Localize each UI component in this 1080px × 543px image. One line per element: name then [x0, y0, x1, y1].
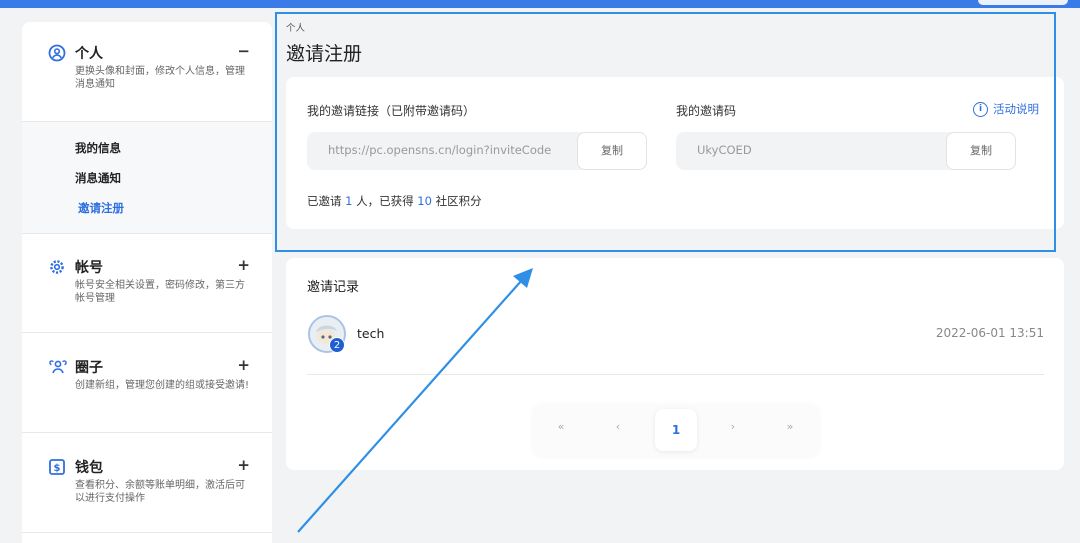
- annotation-arrow: [297, 268, 533, 533]
